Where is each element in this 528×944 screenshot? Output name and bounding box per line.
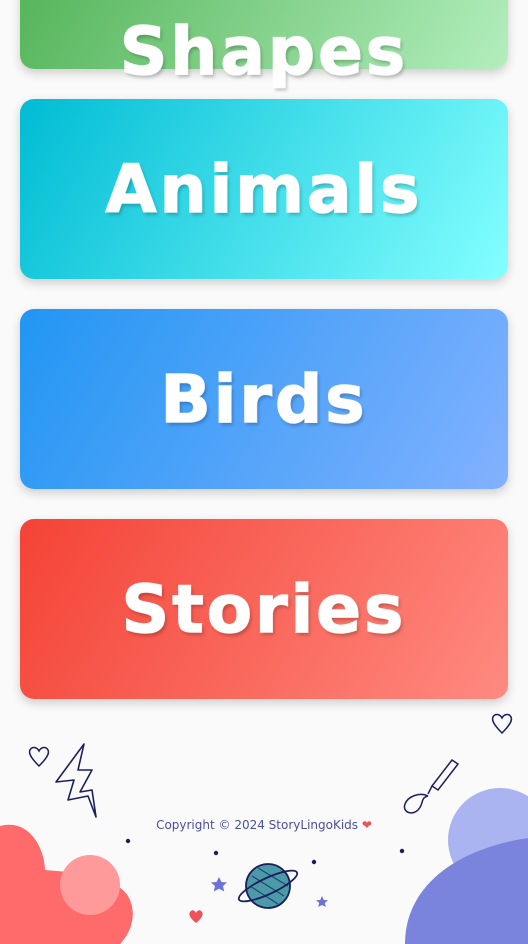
category-card-animals[interactable]: Animals [20, 99, 508, 279]
heart-icon [189, 910, 203, 923]
heart-icon: ❤ [361, 818, 372, 832]
heart-outline-icon [28, 746, 50, 768]
pencil-icon [403, 758, 460, 814]
blob-circle-decoration [60, 855, 120, 915]
category-label: Animals [105, 150, 423, 229]
category-card-stories[interactable]: Stories [20, 519, 508, 699]
category-label: Shapes [119, 12, 409, 91]
category-label: Stories [121, 570, 407, 649]
heart-outline-icon [491, 713, 513, 735]
planet-icon [237, 863, 299, 909]
star-icon [211, 877, 227, 892]
star-icon [316, 896, 328, 907]
copyright-text: Copyright © 2024 StoryLingoKids ❤ [0, 818, 528, 832]
lightning-icon [55, 743, 97, 818]
category-label: Birds [160, 360, 368, 439]
category-card-shapes[interactable]: Shapes [20, 0, 508, 90]
category-card-birds[interactable]: Birds [20, 309, 508, 489]
copyright-label: Copyright © 2024 StoryLingoKids [156, 818, 359, 832]
